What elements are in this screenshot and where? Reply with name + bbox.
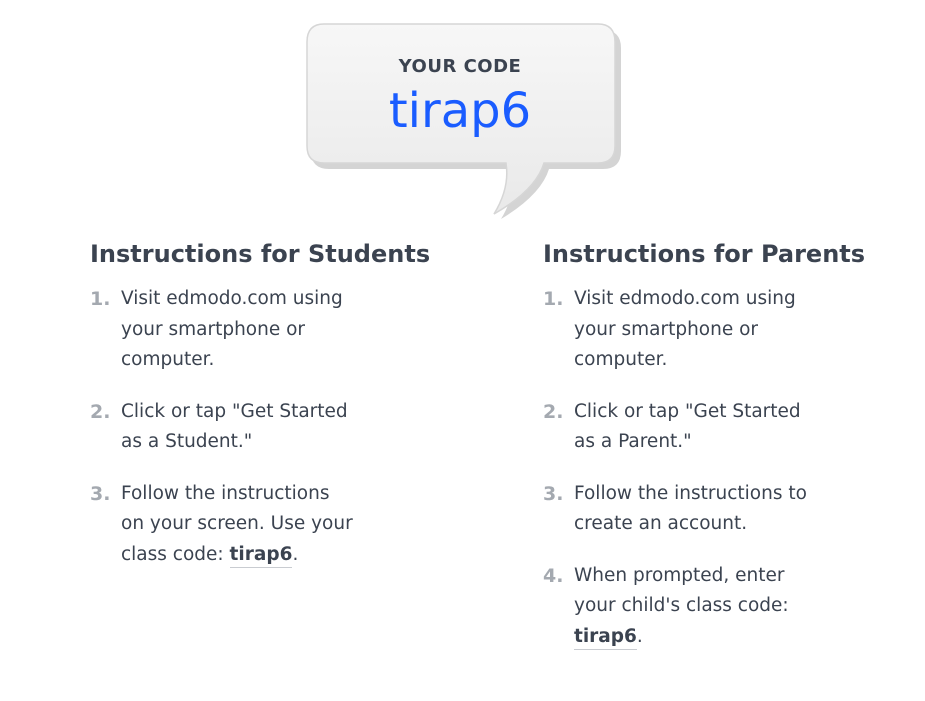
step-line-prefix: class code: <box>121 543 230 565</box>
step-number: 3. <box>90 482 111 505</box>
step-number: 4. <box>543 564 564 587</box>
step-line: Click or tap "Get Started <box>574 400 801 422</box>
step-line: create an account. <box>574 513 748 534</box>
step-line: Visit edmodo.com using <box>574 288 796 309</box>
students-instructions: Instructions for Students 1. Visit edmod… <box>90 236 470 591</box>
step-line: computer. <box>121 349 215 370</box>
step-line: Visit edmodo.com using <box>121 288 343 309</box>
step-line: your smartphone or <box>121 318 306 340</box>
step-line: your smartphone or <box>574 318 759 340</box>
students-step-3: 3. Follow the instructions on your scree… <box>90 479 470 571</box>
class-code-inline: tirap6 <box>574 625 637 650</box>
step-number: 3. <box>543 482 564 505</box>
your-code-label: YOUR CODE <box>398 56 522 77</box>
class-code: tirap6 <box>388 83 532 139</box>
step-line: class code: tirap6. <box>121 540 470 571</box>
students-step-2: 2. Click or tap "Get Started as a Studen… <box>90 397 470 458</box>
parents-step-2: 2. Click or tap "Get Started as a Parent… <box>543 397 923 458</box>
parents-step-4: 4. When prompted, enter your child's cla… <box>543 561 923 653</box>
students-steps: 1. Visit edmodo.com using your smartphon… <box>90 284 470 570</box>
step-number: 2. <box>90 400 111 423</box>
step-line-suffix: . <box>292 543 299 565</box>
parents-heading: Instructions for Parents <box>543 240 866 268</box>
step-number: 1. <box>543 288 564 310</box>
students-heading: Instructions for Students <box>90 240 431 268</box>
step-line: When prompted, enter <box>574 564 785 586</box>
parents-step-1: 1. Visit edmodo.com using your smartphon… <box>543 284 923 376</box>
step-line: Follow the instructions to <box>574 482 807 504</box>
class-code-inline: tirap6 <box>229 543 293 568</box>
step-line: on your screen. Use your <box>121 513 353 534</box>
code-bubble: YOUR CODE tirap6 <box>302 20 624 220</box>
students-step-1: 1. Visit edmodo.com using your smartphon… <box>90 284 470 376</box>
step-line: tirap6. <box>574 622 923 653</box>
step-number: 2. <box>543 400 564 423</box>
step-line: your child's class code: <box>574 595 789 616</box>
parents-step-3: 3. Follow the instructions to create an … <box>543 479 923 540</box>
step-line-suffix: . <box>636 625 643 647</box>
step-line: computer. <box>574 349 668 370</box>
step-line: Follow the instructions <box>121 482 330 504</box>
parents-instructions: Instructions for Parents 1. Visit edmodo… <box>543 236 923 673</box>
step-line: as a Student." <box>121 431 253 452</box>
step-line: as a Parent." <box>574 431 692 452</box>
parents-steps: 1. Visit edmodo.com using your smartphon… <box>543 284 923 652</box>
page: YOUR CODE tirap6 Instructions for Studen… <box>0 0 925 701</box>
step-number: 1. <box>90 288 111 310</box>
step-line: Click or tap "Get Started <box>121 400 348 422</box>
